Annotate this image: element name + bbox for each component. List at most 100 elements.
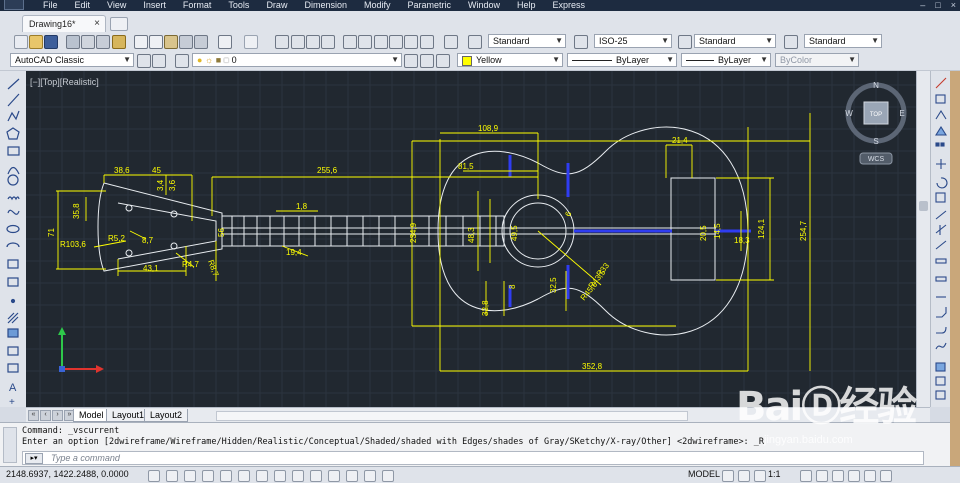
table-style-dropdown[interactable]: Standard ▼ (694, 34, 776, 48)
quickcalc-icon[interactable] (420, 35, 434, 49)
menu-format[interactable]: Format (174, 0, 220, 11)
new-tab-button[interactable] (110, 17, 128, 31)
lineweight-dropdown[interactable]: ByLayer ▼ (681, 53, 771, 67)
paste-icon[interactable] (164, 35, 178, 49)
object-snap-tracking-icon[interactable] (274, 470, 286, 482)
lineweight-toggle-icon[interactable] (328, 470, 340, 482)
save-icon[interactable] (44, 35, 58, 49)
previous-layout-icon[interactable]: ‹ (40, 410, 51, 421)
menu-file[interactable]: File (34, 0, 66, 11)
close-icon[interactable]: × (951, 0, 956, 11)
layer-previous-icon[interactable] (420, 54, 434, 68)
redo-icon[interactable] (244, 35, 258, 49)
plot-icon[interactable] (66, 35, 80, 49)
command-window-handle[interactable] (3, 427, 17, 463)
menu-parametric[interactable]: Parametric (399, 0, 460, 11)
layer-properties-icon[interactable] (175, 54, 189, 68)
menu-edit[interactable]: Edit (66, 0, 99, 11)
horizontal-scrollbar[interactable] (216, 411, 688, 421)
object-snap-icon[interactable] (238, 470, 250, 482)
tab-model[interactable]: Model (73, 409, 110, 422)
zoom-realtime-icon[interactable] (291, 35, 305, 49)
selection-cycling-icon[interactable] (382, 470, 394, 482)
multileader-style-icon[interactable] (784, 35, 798, 49)
menu-window[interactable]: Window (459, 0, 508, 11)
grid-display-icon[interactable] (184, 470, 196, 482)
close-tab-icon[interactable]: × (94, 18, 100, 29)
menu-express[interactable]: Express (544, 0, 594, 11)
zoom-previous-icon[interactable] (321, 35, 335, 49)
plotstyle-dropdown[interactable]: ByColor ▼ (775, 53, 859, 67)
workspace-dropdown[interactable]: AutoCAD Classic ▼ (10, 53, 134, 67)
open-icon[interactable] (29, 35, 43, 49)
dynamic-ucs-icon[interactable] (292, 470, 304, 482)
polar-tracking-icon[interactable] (220, 470, 232, 482)
block-editor-icon[interactable] (194, 35, 208, 49)
menu-tools[interactable]: Tools (219, 0, 257, 11)
infer-constraints-icon[interactable] (148, 470, 160, 482)
match-properties-icon[interactable] (179, 35, 193, 49)
annotation-scale-icon[interactable] (754, 470, 766, 482)
vertical-scroll-thumb[interactable] (919, 201, 928, 211)
restore-icon[interactable]: □ (935, 0, 940, 11)
lock-ui-icon[interactable] (832, 470, 844, 482)
quick-view-layouts-icon[interactable] (722, 470, 734, 482)
3d-object-snap-icon[interactable] (256, 470, 268, 482)
color-dropdown[interactable]: Yellow ▼ (457, 53, 563, 67)
model-space-toggle[interactable]: MODEL (688, 469, 720, 479)
annotation-visibility-icon[interactable] (800, 470, 812, 482)
copy-icon[interactable] (149, 35, 163, 49)
text-style-dropdown[interactable]: Standard ▼ (488, 34, 566, 48)
3d-print-icon[interactable] (112, 35, 126, 49)
tool-palettes-icon[interactable] (374, 35, 388, 49)
make-current-icon[interactable] (404, 54, 418, 68)
dim-style-dropdown[interactable]: ISO-25 ▼ (594, 34, 672, 48)
undo-icon[interactable] (218, 35, 232, 49)
cut-icon[interactable] (134, 35, 148, 49)
dim-style-icon[interactable] (574, 35, 588, 49)
text-style-icon[interactable] (468, 35, 482, 49)
annotation-scale-value[interactable]: 1:1 (768, 469, 781, 479)
workspace-switching-icon[interactable] (816, 470, 828, 482)
multileader-style-dropdown[interactable]: Standard ▼ (804, 34, 882, 48)
workspace-settings-icon[interactable] (137, 54, 151, 68)
menu-view[interactable]: View (98, 0, 134, 11)
tab-layout2[interactable]: Layout2 (144, 409, 189, 422)
menu-modify[interactable]: Modify (355, 0, 399, 11)
pan-icon[interactable] (275, 35, 289, 49)
design-center-icon[interactable] (358, 35, 372, 49)
menu-insert[interactable]: Insert (134, 0, 174, 11)
publish-icon[interactable] (96, 35, 110, 49)
isolate-objects-icon[interactable] (864, 470, 876, 482)
layer-dropdown[interactable]: ● ☼ ■ ■ 0 ▼ (192, 53, 402, 67)
document-tab[interactable]: Drawing16* × (22, 15, 106, 33)
application-menu-button[interactable] (4, 0, 24, 10)
quick-properties-icon[interactable] (364, 470, 376, 482)
properties-icon[interactable] (343, 35, 357, 49)
quick-view-drawings-icon[interactable] (738, 470, 750, 482)
ortho-mode-icon[interactable] (202, 470, 214, 482)
menu-draw[interactable]: Draw (257, 0, 295, 11)
next-layout-icon[interactable]: › (52, 410, 63, 421)
viewport-controls-label[interactable]: [−][Top][Realistic] (30, 77, 99, 87)
table-style-icon[interactable] (678, 35, 692, 49)
hardware-acceleration-icon[interactable] (848, 470, 860, 482)
new-icon[interactable] (14, 35, 28, 49)
vertical-scrollbar[interactable] (916, 71, 931, 407)
command-prompt-icon[interactable]: ▸▾ (25, 453, 43, 464)
transparency-icon[interactable] (346, 470, 358, 482)
snap-mode-icon[interactable] (166, 470, 178, 482)
dynamic-input-icon[interactable] (310, 470, 322, 482)
layer-state-icon[interactable] (436, 54, 450, 68)
menu-dimension[interactable]: Dimension (295, 0, 355, 11)
drawing-canvas[interactable]: 38,6 45 3,4 3,6 255,6 108,9 81,5 21,4 35… (26, 71, 916, 407)
drawing-viewport[interactable]: 38,6 45 3,4 3,6 255,6 108,9 81,5 21,4 35… (26, 71, 916, 407)
clean-screen-icon[interactable] (880, 470, 892, 482)
minimize-icon[interactable]: – (920, 0, 925, 11)
first-layout-icon[interactable]: « (28, 410, 39, 421)
zoom-window-icon[interactable] (306, 35, 320, 49)
preview-icon[interactable] (81, 35, 95, 49)
linetype-dropdown[interactable]: ByLayer ▼ (567, 53, 677, 67)
sheet-set-icon[interactable] (389, 35, 403, 49)
menu-help[interactable]: Help (508, 0, 544, 11)
